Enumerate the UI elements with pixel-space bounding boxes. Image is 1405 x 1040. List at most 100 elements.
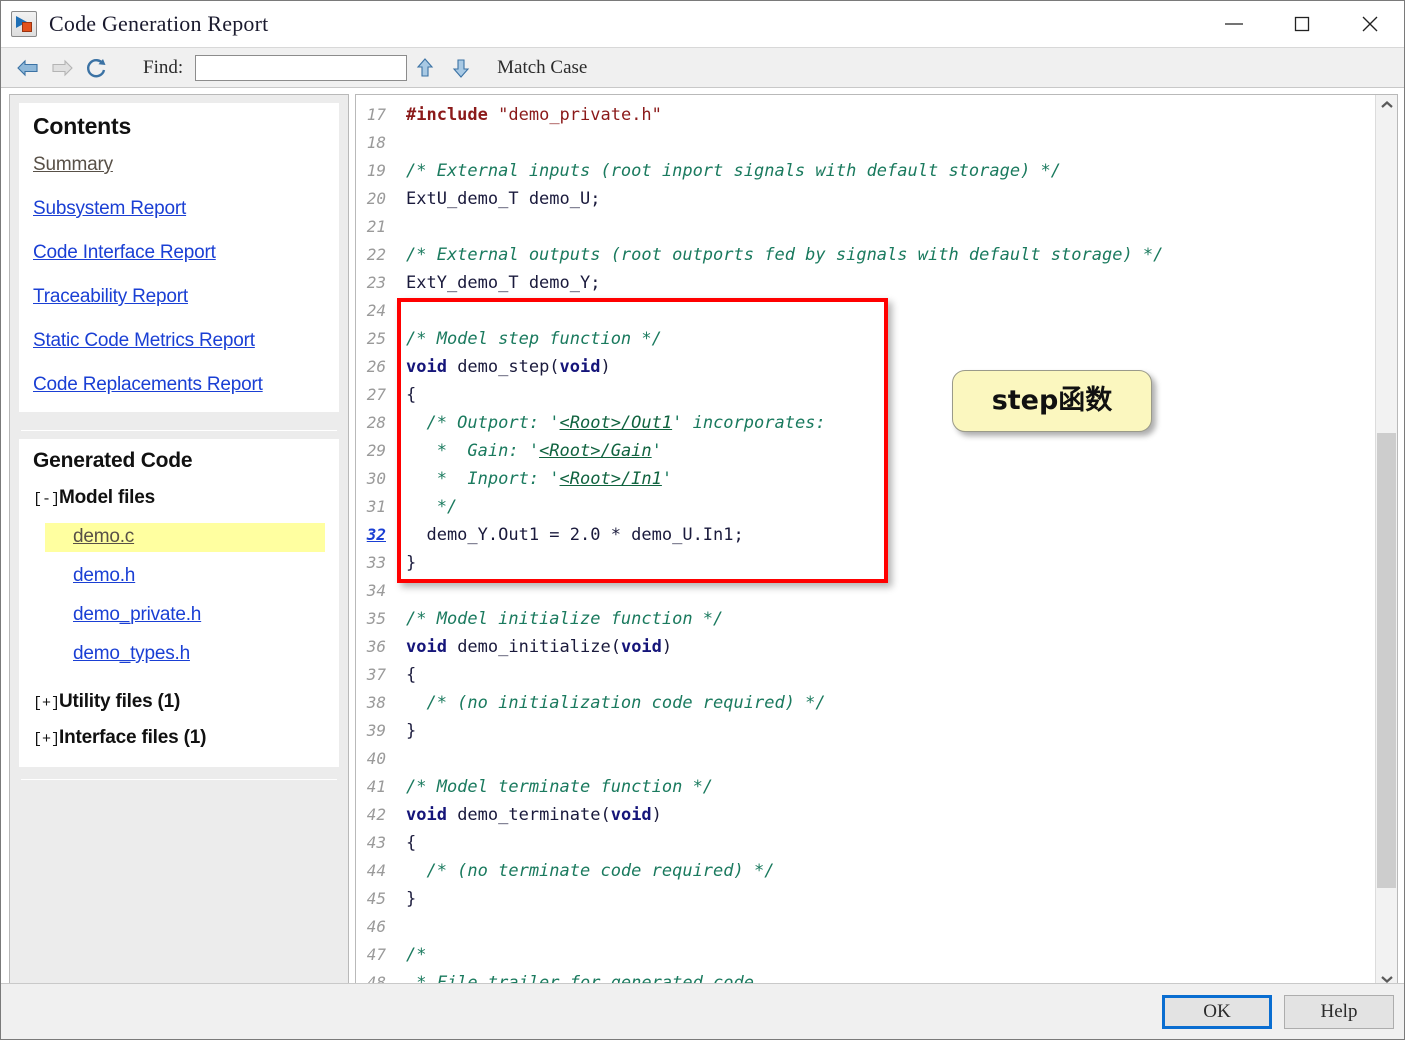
- code-line-number: 43: [366, 833, 386, 852]
- tree-file-link[interactable]: demo.h: [73, 565, 135, 586]
- code-line-text: /* (no initialization code required) */: [406, 693, 826, 713]
- code-line: 20 ExtU_demo_T demo_U;: [356, 185, 1375, 213]
- code-line-number: 25: [366, 329, 386, 348]
- sidebar-link-subsystem-report[interactable]: Subsystem Report: [33, 198, 325, 220]
- code-line-number: 42: [366, 805, 386, 824]
- tree-group-label: Utility files (1): [59, 691, 181, 712]
- chevron-down-icon[interactable]: [1376, 969, 1397, 983]
- contents-panel: Contents Summary Subsystem Report Code I…: [19, 103, 339, 412]
- sidebar-divider: [21, 430, 337, 431]
- code-line-number: 30: [366, 469, 386, 488]
- find-input[interactable]: [195, 54, 408, 81]
- match-case-label[interactable]: Match Case: [497, 57, 587, 79]
- minimize-button[interactable]: [1200, 1, 1268, 47]
- code-line-text: /*: [406, 945, 427, 965]
- expand-toggle-icon[interactable]: [+]: [33, 731, 60, 748]
- code-viewer: 17 #include "demo_private.h" 18 19 /* Extern…: [355, 94, 1398, 983]
- arrow-down-icon[interactable]: [443, 53, 479, 83]
- code-line-number: 36: [366, 637, 386, 656]
- code-line: 24: [356, 297, 1375, 325]
- code-line: 32 demo_Y.Out1 = 2.0 * demo_U.In1;: [356, 521, 1375, 549]
- tree-file-link[interactable]: demo_types.h: [73, 643, 190, 664]
- code-line: 17 #include "demo_private.h": [356, 101, 1375, 129]
- scrollbar-thumb[interactable]: [1377, 433, 1396, 888]
- sidebar-link-code-interface-report[interactable]: Code Interface Report: [33, 242, 325, 264]
- collapse-toggle-icon[interactable]: [-]: [33, 491, 60, 508]
- code-line-number: 41: [366, 777, 386, 796]
- code-vertical-scrollbar[interactable]: [1375, 95, 1397, 983]
- toolbar: Find: Match Case: [1, 47, 1404, 88]
- code-line: 43 {: [356, 829, 1375, 857]
- close-button[interactable]: [1336, 1, 1404, 47]
- code-line-text: */: [406, 497, 458, 517]
- code-line-number: 24: [366, 301, 386, 320]
- code-line-number: 29: [366, 441, 386, 460]
- chevron-up-icon[interactable]: [1376, 95, 1397, 115]
- code-listing[interactable]: 17 #include "demo_private.h" 18 19 /* Extern…: [356, 95, 1375, 983]
- code-line-text: /* Model initialize function */: [406, 609, 724, 629]
- sidebar-link-static-code-metrics-report[interactable]: Static Code Metrics Report: [33, 330, 325, 352]
- code-line-text: }: [406, 721, 417, 741]
- code-line: 44 /* (no terminate code required) */: [356, 857, 1375, 885]
- code-line: 41 /* Model terminate function */: [356, 773, 1375, 801]
- code-line-number: 20: [366, 189, 386, 208]
- tree-file-demo-private-h[interactable]: demo_private.h: [33, 601, 325, 630]
- code-line-text: /* External inputs (root inport signals …: [406, 161, 1062, 181]
- code-line-number: 27: [366, 385, 386, 404]
- code-line-text: void demo_terminate(void): [406, 805, 662, 825]
- code-line: 40: [356, 745, 1375, 773]
- maximize-button[interactable]: [1268, 1, 1336, 47]
- code-line: 29 * Gain: '<Root>/Gain': [356, 437, 1375, 465]
- code-line-number: 46: [366, 917, 386, 936]
- generated-code-title: Generated Code: [33, 449, 193, 472]
- back-arrow-icon[interactable]: [11, 53, 45, 83]
- find-label: Find:: [143, 56, 184, 78]
- code-line-number: 22: [366, 245, 386, 264]
- tree-group-utility-files[interactable]: [+] Utility files (1): [33, 691, 325, 713]
- arrow-up-icon[interactable]: [407, 53, 443, 83]
- dialog-footer: OK Help: [1, 983, 1404, 1039]
- code-line: 33}: [356, 549, 1375, 577]
- help-button[interactable]: Help: [1284, 994, 1394, 1029]
- code-line-number: 18: [366, 133, 386, 152]
- code-line-number-link[interactable]: 32: [356, 521, 402, 549]
- code-line-number: 21: [366, 217, 386, 236]
- code-line-text: void demo_initialize(void): [406, 637, 673, 657]
- code-line-number: 35: [366, 609, 386, 628]
- tree-file-demo-c[interactable]: demo.c: [45, 523, 325, 552]
- code-line: 36 void demo_initialize(void): [356, 633, 1375, 661]
- code-line: 30 * Inport: '<Root>/In1': [356, 465, 1375, 493]
- generated-code-panel: Generated Code [-] Model files demo.c de…: [19, 439, 339, 767]
- main-body: Contents Summary Subsystem Report Code I…: [1, 88, 1404, 983]
- code-line-text: {: [406, 665, 417, 685]
- code-line-number: 38: [366, 693, 386, 712]
- code-line: 25 /* Model step function */: [356, 325, 1375, 353]
- sidebar-link-code-replacements-report[interactable]: Code Replacements Report: [33, 374, 325, 396]
- code-line: 37 {: [356, 661, 1375, 689]
- code-line-text: * Gain: '<Root>/Gain': [406, 441, 662, 461]
- expand-toggle-icon[interactable]: [+]: [33, 695, 60, 712]
- code-line: 21: [356, 213, 1375, 241]
- code-line-number: 40: [366, 749, 386, 768]
- title-bar: Code Generation Report: [1, 1, 1404, 47]
- tree-file-demo-types-h[interactable]: demo_types.h: [33, 640, 325, 669]
- tree-file-demo-h[interactable]: demo.h: [33, 562, 325, 591]
- ok-button[interactable]: OK: [1162, 994, 1272, 1029]
- code-line: 42 void demo_terminate(void): [356, 801, 1375, 829]
- code-line: 22 /* External outputs (root outports fed…: [356, 241, 1375, 269]
- contents-title: Contents: [33, 113, 132, 139]
- sidebar-link-summary[interactable]: Summary: [33, 154, 325, 176]
- code-line-text: ExtY_demo_T demo_Y;: [406, 273, 601, 293]
- tree-group-interface-files[interactable]: [+] Interface files (1): [33, 727, 325, 749]
- refresh-icon[interactable]: [79, 53, 113, 83]
- sidebar: Contents Summary Subsystem Report Code I…: [9, 94, 349, 983]
- code-line-number: 47: [366, 945, 386, 964]
- tree-file-link[interactable]: demo.c: [73, 526, 134, 547]
- sidebar-bottom-divider: [21, 779, 337, 780]
- sidebar-link-traceability-report[interactable]: Traceability Report: [33, 286, 325, 308]
- code-line-text: /* (no terminate code required) */: [406, 861, 775, 881]
- code-line-text: * File trailer for generated code.: [406, 973, 765, 983]
- code-line: 48 * File trailer for generated code.: [356, 969, 1375, 983]
- tree-file-link[interactable]: demo_private.h: [73, 604, 201, 625]
- tree-group-model-files[interactable]: [-] Model files: [33, 487, 325, 509]
